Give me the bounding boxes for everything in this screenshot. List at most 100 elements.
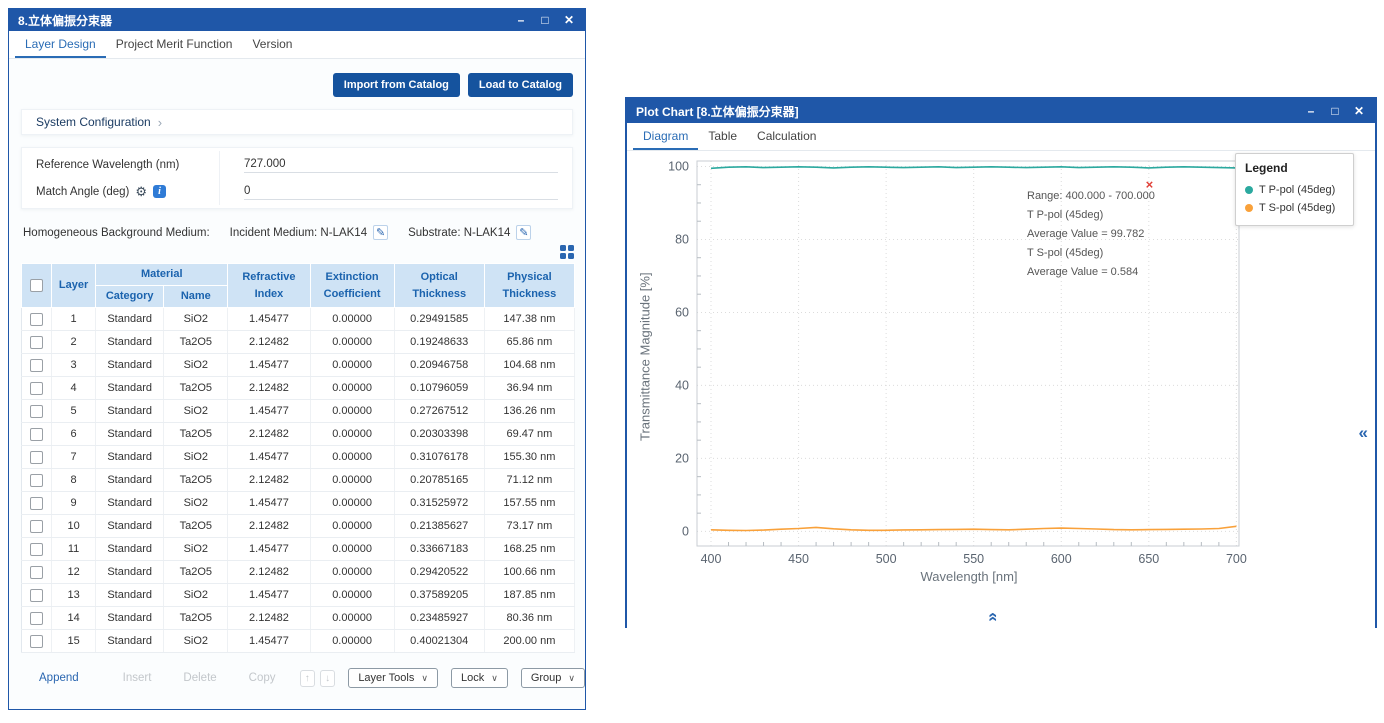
maximize-icon[interactable]: □ <box>1323 104 1347 118</box>
physical-thickness[interactable]: 80.36 nm <box>484 607 574 630</box>
refractive-index[interactable]: 1.45477 <box>228 630 310 653</box>
physical-thickness[interactable]: 69.47 nm <box>484 423 574 446</box>
row-checkbox[interactable] <box>30 474 43 487</box>
move-layer-up-button[interactable]: ↑ <box>300 670 315 687</box>
material-category[interactable]: Standard <box>96 607 164 630</box>
move-layer-down-button[interactable]: ↓ <box>320 670 335 687</box>
refractive-index[interactable]: 1.45477 <box>228 584 310 607</box>
optical-thickness[interactable]: 0.40021304 <box>394 630 484 653</box>
optical-thickness[interactable]: 0.37589205 <box>394 584 484 607</box>
material-category[interactable]: Standard <box>96 423 164 446</box>
row-checkbox[interactable] <box>30 543 43 556</box>
optical-thickness[interactable]: 0.20303398 <box>394 423 484 446</box>
material-name[interactable]: SiO2 <box>164 446 228 469</box>
edit-substrate-icon[interactable]: ✎ <box>516 225 531 240</box>
material-category[interactable]: Standard <box>96 561 164 584</box>
gear-icon[interactable]: ⚙ <box>135 185 147 198</box>
import-from-catalog-button[interactable]: Import from Catalog <box>333 73 460 97</box>
physical-thickness[interactable]: 65.86 nm <box>484 331 574 354</box>
optical-thickness[interactable]: 0.19248633 <box>394 331 484 354</box>
optical-thickness[interactable]: 0.21385627 <box>394 515 484 538</box>
material-category[interactable]: Standard <box>96 400 164 423</box>
extinction-coefficient[interactable]: 0.00000 <box>310 584 394 607</box>
physical-thickness[interactable]: 200.00 nm <box>484 630 574 653</box>
optical-thickness[interactable]: 0.29420522 <box>394 561 484 584</box>
material-category[interactable]: Standard <box>96 446 164 469</box>
material-category[interactable]: Standard <box>96 630 164 653</box>
row-checkbox[interactable] <box>30 635 43 648</box>
extinction-coefficient[interactable]: 0.00000 <box>310 538 394 561</box>
match-angle-input[interactable]: 0 <box>244 182 558 200</box>
refractive-index[interactable]: 1.45477 <box>228 538 310 561</box>
extinction-coefficient[interactable]: 0.00000 <box>310 492 394 515</box>
physical-thickness[interactable]: 71.12 nm <box>484 469 574 492</box>
row-checkbox[interactable] <box>30 382 43 395</box>
material-name[interactable]: Ta2O5 <box>164 469 228 492</box>
material-category[interactable]: Standard <box>96 492 164 515</box>
extinction-coefficient[interactable]: 0.00000 <box>310 469 394 492</box>
refractive-index[interactable]: 2.12482 <box>228 607 310 630</box>
refractive-index[interactable]: 2.12482 <box>228 331 310 354</box>
tab-table[interactable]: Table <box>698 123 747 150</box>
minimize-icon[interactable]: – <box>509 13 533 27</box>
minimize-icon[interactable]: – <box>1299 104 1323 118</box>
material-name[interactable]: SiO2 <box>164 354 228 377</box>
system-configuration-breadcrumb[interactable]: System Configuration › <box>21 109 573 135</box>
material-name[interactable]: SiO2 <box>164 630 228 653</box>
optical-thickness[interactable]: 0.33667183 <box>394 538 484 561</box>
tab-project-merit-function[interactable]: Project Merit Function <box>106 31 243 58</box>
layer-tools-dropdown[interactable]: Layer Tools ∨ <box>348 668 438 688</box>
row-checkbox[interactable] <box>30 497 43 510</box>
insert-button[interactable]: Insert <box>123 672 152 684</box>
row-checkbox[interactable] <box>30 313 43 326</box>
extinction-coefficient[interactable]: 0.00000 <box>310 377 394 400</box>
refractive-index[interactable]: 2.12482 <box>228 515 310 538</box>
reference-wavelength-input[interactable]: 727.000 <box>244 155 558 173</box>
material-category[interactable]: Standard <box>96 584 164 607</box>
physical-thickness[interactable]: 187.85 nm <box>484 584 574 607</box>
annotation-close-icon[interactable]: × <box>1146 178 1154 191</box>
extinction-coefficient[interactable]: 0.00000 <box>310 515 394 538</box>
extinction-coefficient[interactable]: 0.00000 <box>310 308 394 331</box>
append-button[interactable]: Append <box>39 672 79 684</box>
lock-dropdown[interactable]: Lock ∨ <box>451 668 508 688</box>
material-category[interactable]: Standard <box>96 469 164 492</box>
extinction-coefficient[interactable]: 0.00000 <box>310 423 394 446</box>
physical-thickness[interactable]: 100.66 nm <box>484 561 574 584</box>
material-name[interactable]: SiO2 <box>164 308 228 331</box>
tab-layer-design[interactable]: Layer Design <box>15 31 106 58</box>
row-checkbox[interactable] <box>30 451 43 464</box>
material-name[interactable]: Ta2O5 <box>164 607 228 630</box>
delete-button[interactable]: Delete <box>183 672 216 684</box>
row-checkbox[interactable] <box>30 405 43 418</box>
physical-thickness[interactable]: 147.38 nm <box>484 308 574 331</box>
optical-thickness[interactable]: 0.31076178 <box>394 446 484 469</box>
extinction-coefficient[interactable]: 0.00000 <box>310 354 394 377</box>
physical-thickness[interactable]: 155.30 nm <box>484 446 574 469</box>
extinction-coefficient[interactable]: 0.00000 <box>310 607 394 630</box>
refractive-index[interactable]: 1.45477 <box>228 354 310 377</box>
refractive-index[interactable]: 1.45477 <box>228 400 310 423</box>
material-name[interactable]: Ta2O5 <box>164 423 228 446</box>
material-name[interactable]: SiO2 <box>164 538 228 561</box>
physical-thickness[interactable]: 136.26 nm <box>484 400 574 423</box>
refractive-index[interactable]: 1.45477 <box>228 308 310 331</box>
load-to-catalog-button[interactable]: Load to Catalog <box>468 73 573 97</box>
info-icon[interactable]: i <box>153 185 166 198</box>
group-dropdown[interactable]: Group ∨ <box>521 668 585 688</box>
close-icon[interactable]: ✕ <box>1347 104 1371 118</box>
optical-thickness[interactable]: 0.31525972 <box>394 492 484 515</box>
row-checkbox[interactable] <box>30 336 43 349</box>
row-checkbox[interactable] <box>30 359 43 372</box>
material-category[interactable]: Standard <box>96 538 164 561</box>
row-checkbox[interactable] <box>30 589 43 602</box>
physical-thickness[interactable]: 104.68 nm <box>484 354 574 377</box>
material-name[interactable]: Ta2O5 <box>164 331 228 354</box>
close-icon[interactable]: ✕ <box>557 13 581 27</box>
optical-thickness[interactable]: 0.10796059 <box>394 377 484 400</box>
refractive-index[interactable]: 2.12482 <box>228 561 310 584</box>
extinction-coefficient[interactable]: 0.00000 <box>310 630 394 653</box>
optical-thickness[interactable]: 0.20946758 <box>394 354 484 377</box>
refractive-index[interactable]: 2.12482 <box>228 423 310 446</box>
row-checkbox[interactable] <box>30 612 43 625</box>
